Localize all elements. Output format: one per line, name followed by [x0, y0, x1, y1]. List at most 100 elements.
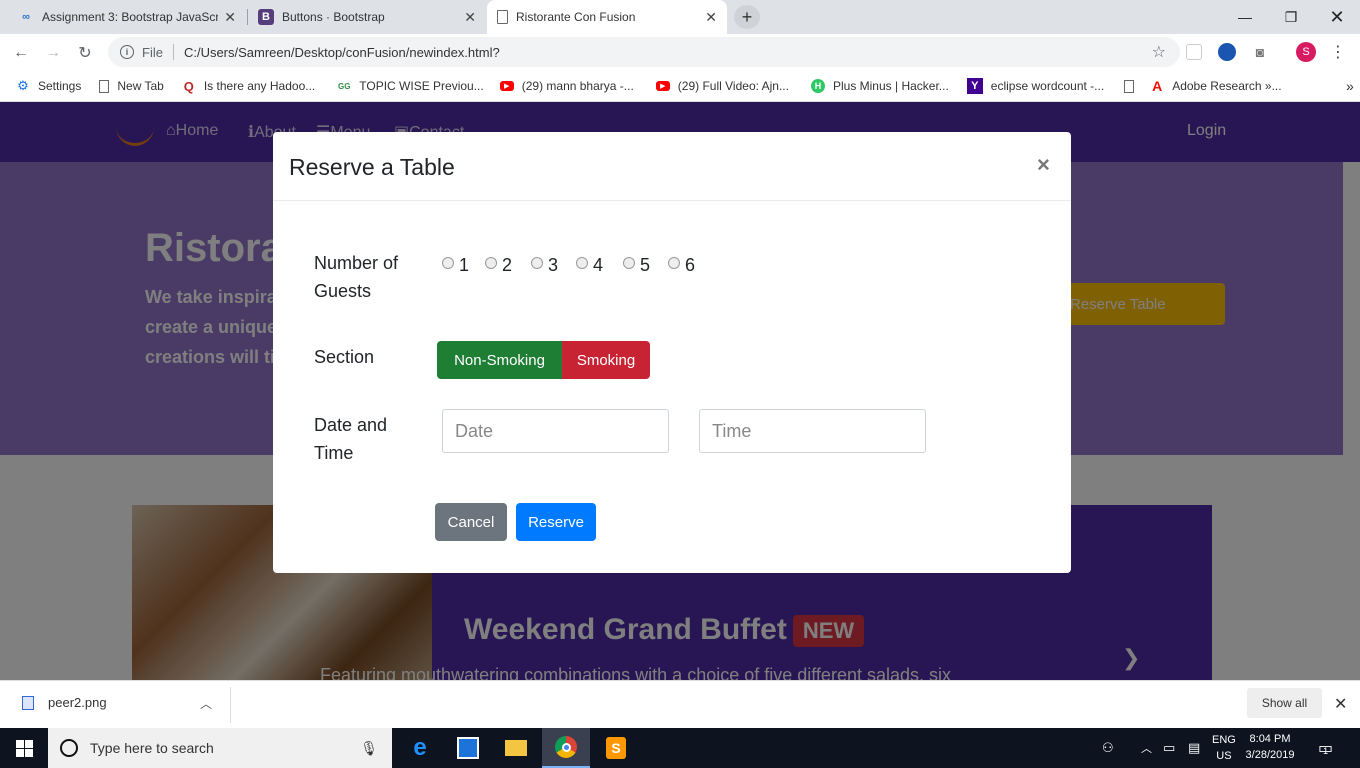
bookmark-blank[interactable] [1124, 79, 1142, 93]
address-bar[interactable]: i File C:/Users/Samreen/Desktop/conFusio… [108, 37, 1180, 67]
radio-circle[interactable] [485, 256, 497, 269]
bookmark-label: New Tab [117, 79, 164, 93]
address-divider [172, 44, 174, 60]
tab-assignment[interactable]: ∞ Assignment 3: Bootstrap JavaScri ✕ [8, 0, 246, 34]
back-button[interactable]: ← [8, 40, 34, 66]
gfg-icon: GG [338, 81, 351, 91]
radio-circle[interactable] [576, 256, 588, 269]
store-icon[interactable] [444, 728, 492, 768]
url-text[interactable]: C:/Users/Samreen/Desktop/conFusion/newin… [184, 45, 500, 60]
radio-label: 3 [548, 255, 559, 275]
guests-label-line: Guests [314, 281, 372, 301]
guest-radio-2[interactable]: 2 [485, 255, 512, 276]
bookmark-label: eclipse wordcount -... [990, 79, 1105, 93]
bookmark-youtube-1[interactable]: ▶ (29) mann bharya -... [499, 79, 634, 93]
close-downloads-icon[interactable]: ✕ [1334, 694, 1347, 714]
radio-label: 4 [593, 255, 604, 275]
adobe-icon: A [1152, 78, 1163, 94]
guest-radio-4[interactable]: 4 [576, 255, 603, 276]
close-tab-icon[interactable]: ✕ [464, 9, 476, 26]
guests-label-line: Number of [314, 253, 399, 273]
download-item[interactable]: peer2.png [22, 695, 107, 710]
bookmark-adobe[interactable]: A Adobe Research »... [1150, 78, 1281, 94]
chevron-up-tray-icon[interactable]: ︿ [1141, 728, 1152, 768]
lang-line: US [1216, 750, 1232, 762]
guests-label: Number of Guests [314, 249, 424, 305]
bookmark-quora[interactable]: Q Is there any Hadoo... [182, 79, 316, 94]
smoking-button[interactable]: Smoking [562, 341, 650, 379]
start-button[interactable] [0, 728, 48, 768]
tab-ristorante[interactable]: Ristorante Con Fusion ✕ [487, 0, 727, 34]
radio-circle[interactable] [442, 256, 454, 269]
chrome-taskbar-icon[interactable] [542, 728, 590, 768]
browser-toolbar: ← → ↻ i File C:/Users/Samreen/Desktop/co… [0, 34, 1360, 71]
radio-circle[interactable] [531, 256, 543, 269]
cortana-icon [60, 739, 78, 757]
section-label: Section [314, 347, 375, 367]
date-input[interactable]: Date [442, 409, 669, 453]
tab-bootstrap[interactable]: B Buttons · Bootstrap ✕ [248, 0, 486, 34]
chevron-up-icon[interactable]: ︿ [200, 695, 212, 712]
bookmark-new-tab[interactable]: New Tab [99, 79, 164, 93]
extension-icon[interactable] [1186, 44, 1202, 60]
camera-icon[interactable]: ◙ [1250, 42, 1270, 62]
bookmark-youtube-2[interactable]: ▶ (29) Full Video: Ajn... [655, 79, 789, 93]
language-indicator[interactable]: ENG US [1212, 728, 1236, 768]
bookmark-star-icon[interactable]: ☆ [1152, 42, 1166, 62]
non-smoking-button[interactable]: Non-Smoking [437, 341, 562, 379]
sublime-icon[interactable]: S [592, 728, 640, 768]
notification-count: 1 [1323, 746, 1329, 756]
close-icon[interactable]: × [1037, 152, 1050, 178]
microphone-icon[interactable]: 🎙 [360, 740, 378, 757]
bookmark-label: Is there any Hadoo... [203, 79, 316, 93]
extension-globe-icon[interactable] [1218, 43, 1236, 61]
battery-icon[interactable]: ▤ [1188, 728, 1200, 768]
bookmark-yahoo[interactable]: Yeclipse wordcount -... [966, 78, 1105, 94]
hackerrank-icon: H [810, 79, 825, 93]
bootstrap-icon: B [258, 9, 274, 25]
chrome-menu-icon[interactable]: ⋮ [1328, 42, 1348, 62]
minimize-button[interactable]: — [1222, 0, 1268, 34]
close-tab-icon[interactable]: ✕ [224, 9, 236, 26]
new-tab-button[interactable]: + [734, 5, 760, 29]
reserve-button[interactable]: Reserve [516, 503, 596, 541]
info-icon[interactable]: i [120, 45, 134, 59]
guest-radio-3[interactable]: 3 [531, 255, 558, 276]
edge-icon[interactable]: e [396, 728, 444, 768]
file-explorer-icon[interactable] [492, 728, 540, 768]
network-icon[interactable]: ▭ [1163, 728, 1175, 768]
notification-icon[interactable]: ▭ 1 [1318, 728, 1333, 768]
taskbar-search[interactable]: Type here to search 🎙 [48, 728, 392, 768]
radio-circle[interactable] [623, 256, 635, 269]
profile-avatar[interactable]: S [1296, 42, 1316, 62]
chrome-logo-center [561, 742, 571, 752]
bookmark-gfg[interactable]: GG TOPIC WISE Previou... [337, 79, 484, 93]
more-bookmarks-chevron-icon[interactable]: » [1346, 78, 1354, 94]
close-tab-icon[interactable]: ✕ [705, 9, 717, 26]
folder-shape [505, 740, 527, 756]
show-all-button[interactable]: Show all [1247, 688, 1322, 718]
tab-title: Ristorante Con Fusion [516, 10, 636, 24]
reload-button[interactable]: ↻ [72, 40, 98, 66]
cancel-button[interactable]: Cancel [435, 503, 507, 541]
radio-label: 6 [685, 255, 696, 275]
youtube-icon: ▶ [655, 81, 670, 91]
taskbar-clock[interactable]: 8:04 PM 3/28/2019 [1240, 731, 1300, 763]
tab-title: Buttons · Bootstrap [282, 10, 385, 24]
people-icon[interactable]: ⚇ [1102, 728, 1114, 768]
radio-circle[interactable] [668, 256, 680, 269]
forward-button[interactable]: → [40, 40, 66, 66]
bookmark-settings[interactable]: ⚙ Settings [16, 78, 81, 93]
guest-radio-6[interactable]: 6 [668, 255, 695, 276]
web-page: ⌂Home ℹAbout ☰Menu ▣Contact Login Ristor… [0, 102, 1360, 680]
guest-radio-5[interactable]: 5 [623, 255, 650, 276]
page-icon [497, 10, 508, 24]
close-window-button[interactable]: ✕ [1314, 0, 1360, 34]
time-input[interactable]: Time [699, 409, 926, 453]
maximize-button[interactable]: ❐ [1268, 0, 1314, 34]
bookmark-hackerrank[interactable]: H Plus Minus | Hacker... [810, 79, 949, 93]
guest-radio-1[interactable]: 1 [442, 255, 469, 276]
download-filename: peer2.png [48, 695, 107, 710]
page-icon [1124, 79, 1135, 93]
bookmark-label: (29) Full Video: Ajn... [677, 79, 789, 93]
